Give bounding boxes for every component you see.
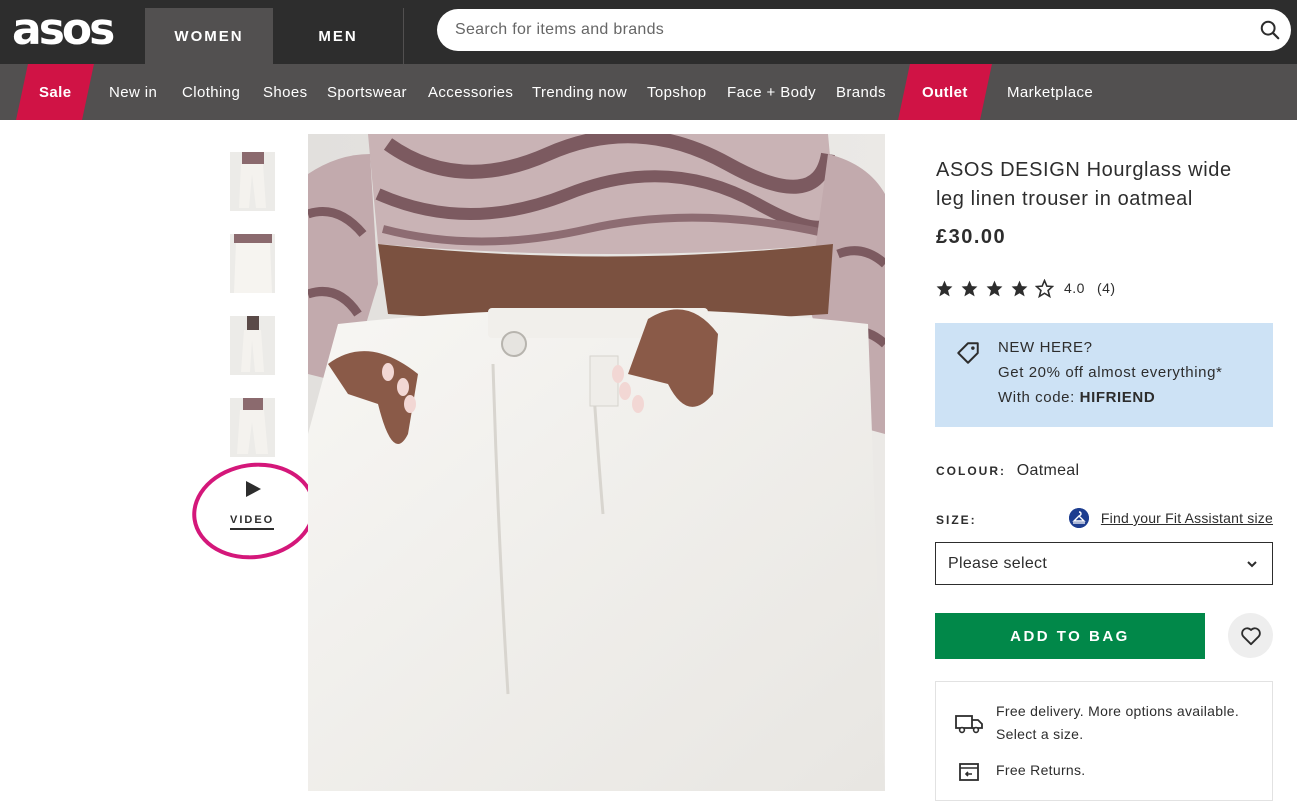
- colour-row: COLOUR: Oatmeal: [936, 462, 1079, 480]
- video-highlight-circle: [185, 454, 323, 568]
- asos-logo[interactable]: asos: [12, 8, 115, 56]
- tab-men[interactable]: MEN: [274, 8, 402, 64]
- nav-brands[interactable]: Brands: [836, 64, 886, 120]
- product-thumbnail[interactable]: [230, 152, 275, 211]
- fit-assistant-link[interactable]: Find your Fit Assistant size: [1068, 508, 1273, 528]
- chevron-down-icon: [1247, 561, 1257, 568]
- nav-trending-now[interactable]: Trending now: [532, 64, 627, 120]
- nav-new-in[interactable]: New in: [109, 64, 157, 120]
- delivery-text: Free delivery. More options available. S…: [996, 703, 1240, 742]
- nav-sportswear[interactable]: Sportswear: [327, 64, 407, 120]
- tab-women[interactable]: WOMEN: [145, 8, 273, 64]
- product-title: ASOS DESIGN Hourglass wide leg linen tro…: [936, 159, 1232, 210]
- rating-count[interactable]: (4): [1097, 280, 1116, 296]
- tag-icon: [957, 342, 979, 364]
- colour-label: COLOUR:: [936, 464, 1006, 478]
- product-thumbnail[interactable]: [230, 234, 275, 293]
- nav-sale[interactable]: Sale: [39, 64, 71, 120]
- top-header: asos WOMEN MEN: [0, 0, 1297, 64]
- product-price: £30.00: [936, 226, 1007, 248]
- promo-code: HIFRIEND: [1079, 389, 1156, 406]
- truck-icon: [955, 715, 983, 734]
- nav-marketplace[interactable]: Marketplace: [1007, 64, 1093, 120]
- rating[interactable]: 4.0 (4): [935, 278, 1116, 298]
- star-empty-icon: [1035, 278, 1054, 298]
- fit-assistant-icon: [1068, 508, 1089, 528]
- nav-outlet[interactable]: Outlet: [922, 64, 968, 120]
- search-input[interactable]: [455, 9, 1245, 51]
- returns-text: Free Returns.: [996, 762, 1086, 778]
- size-row: SIZE: Find your Fit Assistant size: [936, 508, 1273, 531]
- star-filled-icon: [936, 280, 953, 296]
- product-main-image[interactable]: [308, 134, 885, 791]
- rating-value: 4.0: [1064, 280, 1085, 296]
- category-nav: Sale New in Clothing Shoes Sportswear Ac…: [0, 64, 1297, 120]
- delivery-info: Free delivery. More options available. S…: [935, 681, 1273, 801]
- add-to-bag-button[interactable]: ADD TO BAG: [935, 613, 1205, 659]
- product-thumbnail[interactable]: [230, 398, 275, 457]
- size-select[interactable]: Please select: [935, 542, 1273, 585]
- star-filled-icon: [961, 280, 978, 296]
- promo-banner: NEW HERE? Get 20% off almost everything*…: [935, 323, 1273, 427]
- nav-topshop[interactable]: Topshop: [647, 64, 707, 120]
- heart-icon: [1240, 626, 1261, 645]
- save-for-later-button[interactable]: [1228, 613, 1273, 658]
- colour-value: Oatmeal: [1016, 462, 1080, 479]
- returns-icon: [959, 763, 979, 781]
- promo-code-prefix: With code:: [998, 389, 1080, 406]
- search-icon[interactable]: [1259, 19, 1281, 41]
- size-label: SIZE:: [936, 513, 977, 527]
- star-filled-icon: [986, 280, 1003, 296]
- promo-offer: Get 20% off almost everything*: [998, 364, 1223, 381]
- fit-assistant-label[interactable]: Find your Fit Assistant size: [1101, 510, 1273, 526]
- search-bar: [437, 9, 1291, 51]
- nav-accessories[interactable]: Accessories: [428, 64, 513, 120]
- size-select-value: Please select: [948, 555, 1048, 572]
- promo-heading: NEW HERE?: [998, 339, 1093, 356]
- star-filled-icon: [1011, 280, 1028, 296]
- nav-clothing[interactable]: Clothing: [182, 64, 240, 120]
- nav-shoes[interactable]: Shoes: [263, 64, 308, 120]
- header-divider: [403, 8, 404, 64]
- promo-code-line: With code: HIFRIEND: [998, 389, 1155, 406]
- product-thumbnail[interactable]: [230, 316, 275, 375]
- nav-face-body[interactable]: Face + Body: [727, 64, 816, 120]
